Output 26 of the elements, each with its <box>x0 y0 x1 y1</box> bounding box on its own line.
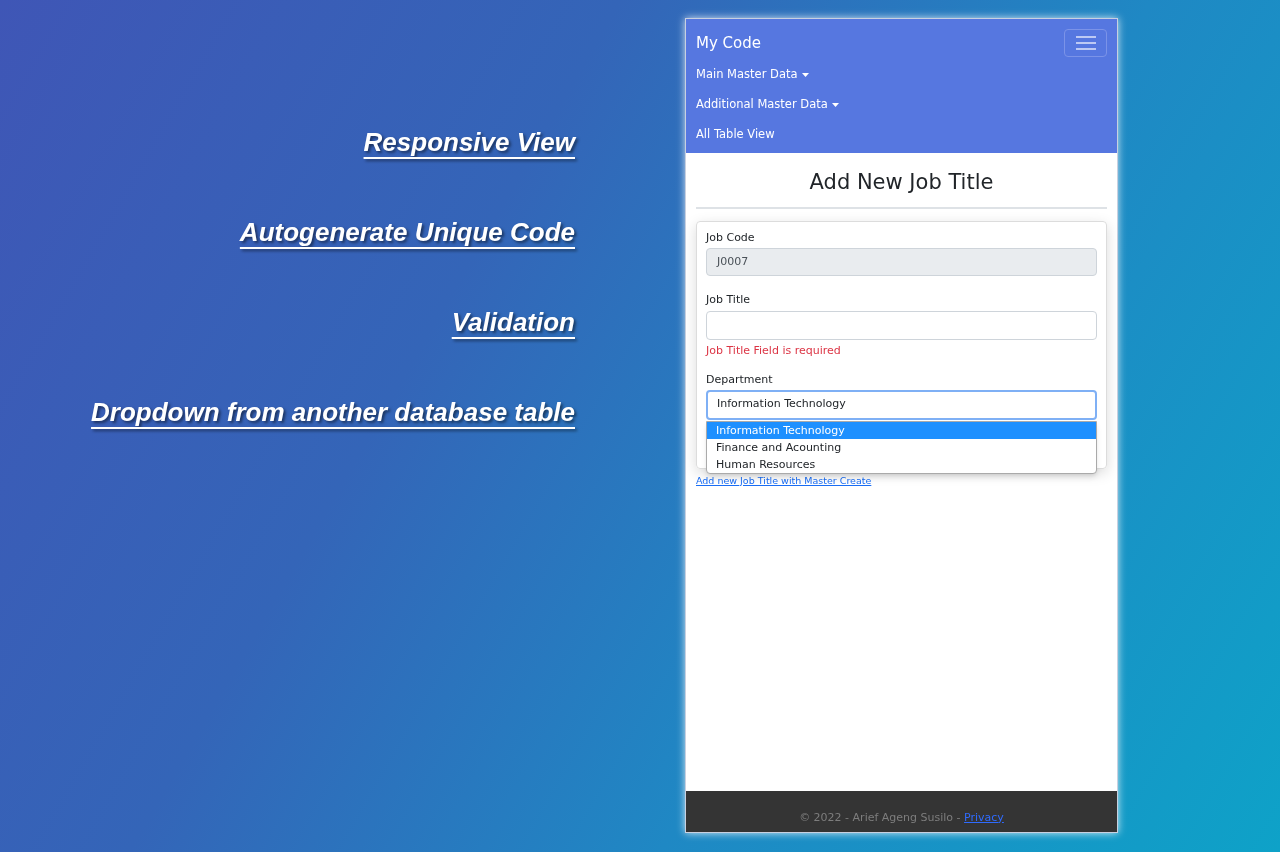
field-label: Job Title <box>706 292 752 308</box>
select-field[interactable]: Information Technology <box>706 389 1097 420</box>
dropdown-option[interactable]: Human Resources <box>707 455 1096 473</box>
field-label: Job Code <box>706 229 756 246</box>
nav-link[interactable]: All Table View <box>696 120 1107 150</box>
caret-icon <box>801 73 809 77</box>
master-create-link[interactable]: Add new Job Title with Master Create <box>696 473 1107 488</box>
feature-caption: Responsive View <box>363 126 575 159</box>
nav-link[interactable]: Main Master Data <box>696 60 1107 90</box>
privacy-link[interactable]: Privacy <box>964 810 1004 824</box>
page-title: Add New Job Title <box>696 167 1107 209</box>
feature-caption: Autogenerate Unique Code <box>239 216 575 249</box>
brand-title[interactable]: My Code <box>696 31 761 55</box>
input-field[interactable] <box>706 310 1097 340</box>
footer-text: © 2022 - Arief Ageng Susilo - Privacy <box>799 809 1004 826</box>
field-label: Department <box>706 372 774 388</box>
feature-caption: Dropdown from another database table <box>91 396 575 429</box>
menu-icon <box>1075 36 1096 50</box>
input-field: J0007 <box>706 248 1097 276</box>
nav-link[interactable]: Additional Master Data <box>696 90 1107 120</box>
caret-icon <box>831 103 839 107</box>
feature-caption: Validation <box>451 306 575 339</box>
dropdown-option[interactable]: Finance and Acounting <box>707 438 1096 456</box>
dropdown-option[interactable]: Information Technology <box>707 421 1096 439</box>
error-message: Job Title Field is required <box>706 342 842 359</box>
menu-button[interactable] <box>1064 29 1107 57</box>
